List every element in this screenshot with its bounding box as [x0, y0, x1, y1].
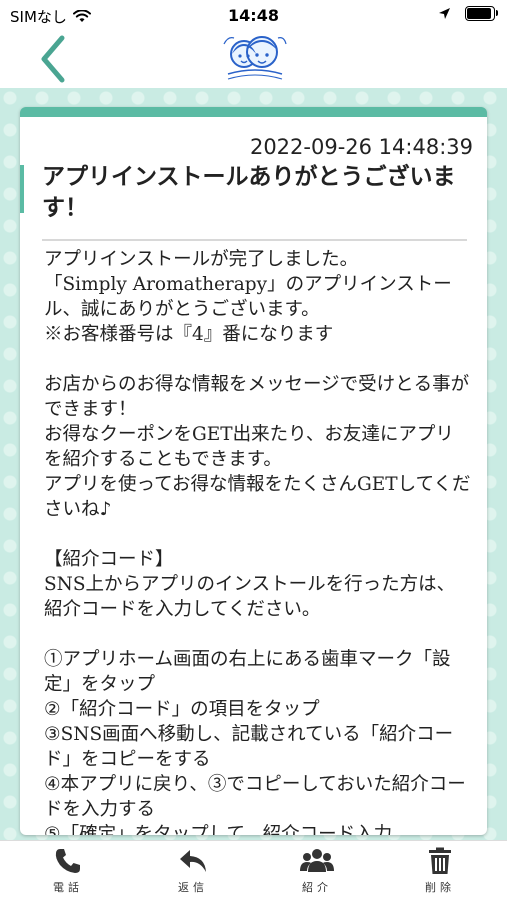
battery-fill	[467, 8, 491, 19]
group-icon	[300, 849, 334, 872]
tab-label-reply: 返信	[178, 881, 208, 894]
tab-reply[interactable]: 返信	[148, 847, 238, 895]
location-arrow-icon	[439, 8, 450, 19]
tab-delete[interactable]: 削除	[395, 847, 485, 895]
trash-icon	[429, 847, 451, 874]
status-time: 14:48	[228, 6, 279, 25]
message-title: アプリインストールありがとうございます！	[42, 164, 456, 221]
reply-icon	[180, 850, 206, 872]
brand-logo-icon	[223, 36, 287, 80]
title-accent-bar	[20, 165, 24, 213]
phone-icon	[55, 849, 80, 873]
divider	[42, 239, 467, 241]
battery-icon	[465, 6, 498, 21]
tab-introduce[interactable]: 紹介	[272, 847, 362, 895]
tab-label-phone: 電話	[53, 881, 83, 894]
status-right	[438, 6, 498, 21]
tab-phone[interactable]: 電話	[23, 847, 113, 895]
status-bar: SIMなし 14:48	[0, 0, 507, 30]
message-header: アプリインストールありがとうございます！	[20, 162, 487, 224]
tab-label-introduce: 紹介	[302, 881, 332, 894]
message-body: アプリインストールが完了しました。 「Simply Aromatherapy」の…	[44, 249, 471, 835]
tab-label-delete: 削除	[425, 881, 455, 894]
back-chevron-icon[interactable]	[34, 34, 74, 84]
nav-bar	[0, 30, 507, 89]
message-card: 2022-09-26 14:48:39 アプリインストールありがとうございます！…	[20, 107, 487, 835]
bottom-tab-bar: 電話 返信 紹介 削除	[0, 840, 507, 901]
message-date: 2022-09-26 14:48:39	[249, 135, 473, 159]
